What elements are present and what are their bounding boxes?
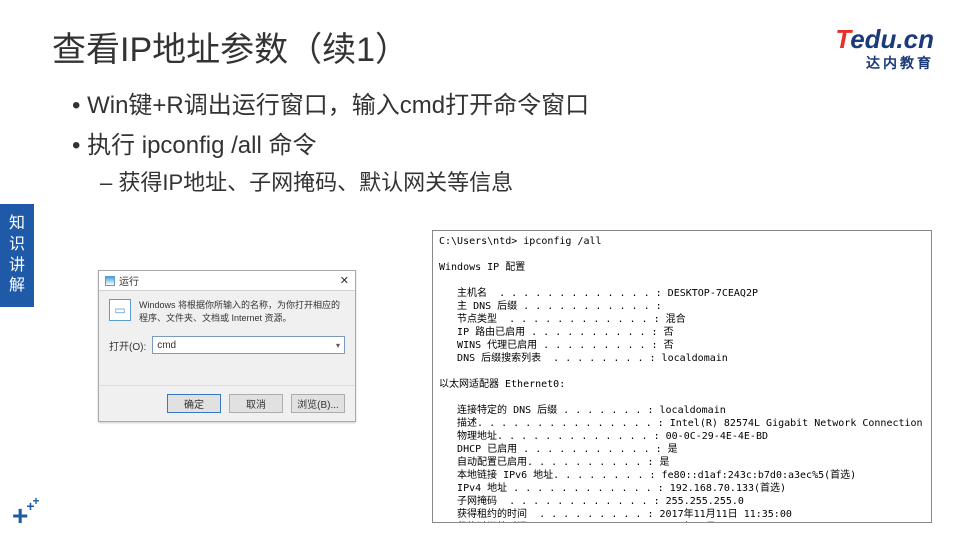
brand-logo: Tedu.cn 达内教育 [835,24,934,73]
open-input[interactable]: cmd ▾ [152,336,345,354]
term-line: DNS 后缀搜索列表 . . . . . . . . : localdomain [439,353,728,364]
ipconfig-output: C:\Users\ntd> ipconfig /all Windows IP 配… [432,230,932,523]
close-icon[interactable]: ✕ [340,274,349,287]
term-line: 主 DNS 后缀 . . . . . . . . . . . : [439,301,662,312]
term-line: 节点类型 . . . . . . . . . . . . : 混合 [439,314,686,325]
run-description: Windows 将根据你所输入的名称，为你打开相应的程序、文件夹、文档或 Int… [139,299,345,324]
term-line: 本地链接 IPv6 地址. . . . . . . . : fe80::d1af… [439,470,856,481]
term-line: DHCP 已启用 . . . . . . . . . . . : 是 [439,444,678,455]
term-line: 自动配置已启用. . . . . . . . . . : 是 [439,457,670,468]
logo-t: T [835,24,850,54]
slide-title: 查看IP地址参数（续1） [52,22,409,71]
term-line: 连接特定的 DNS 后缀 . . . . . . . : localdomain [439,405,726,416]
term-line: 子网掩码 . . . . . . . . . . . . : 255.255.2… [439,496,744,507]
term-line: 物理地址. . . . . . . . . . . . . : 00-0C-29… [439,431,768,442]
sidebar-tab-knowledge: 知 识 讲 解 [0,204,34,307]
logo-cn: .cn [896,24,934,54]
sidebar-char: 解 [0,276,34,297]
browse-button[interactable]: 浏览(B)... [291,394,345,413]
term-line: 描述. . . . . . . . . . . . . . . : Intel(… [439,418,923,429]
cancel-button[interactable]: 取消 [229,394,283,413]
open-label: 打开(O): [109,338,146,353]
bullet-1: Win键+R调出运行窗口，输入cmd打开命令窗口 [90,86,589,126]
term-line: WINS 代理已启用 . . . . . . . . . : 否 [439,340,674,351]
bullet-2a: 获得IP地址、子网掩码、默认网关等信息 [122,165,589,201]
logo-subtitle: 达内教育 [835,53,934,73]
term-line: 租约过期的时间 . . . . . . . . . : 2017年11月11日 … [439,522,792,523]
logo-edu: edu [850,24,896,54]
term-line: IPv4 地址 . . . . . . . . . . . . : 192.16… [439,483,786,494]
sidebar-char: 讲 [0,256,34,277]
run-title: 运行 [119,273,139,288]
run-app-icon: ▭ [109,299,131,321]
term-line: 主机名 . . . . . . . . . . . . . : DESKTOP-… [439,288,758,299]
term-heading: 以太网适配器 Ethernet0: [439,379,565,390]
term-line: IP 路由已启用 . . . . . . . . . . : 否 [439,327,674,338]
open-input-value: cmd [157,340,176,351]
run-titlebar: 运行 ✕ [99,271,355,291]
plus-icon: +++ [12,500,44,532]
sidebar-char: 识 [0,235,34,256]
term-line: 获得租约的时间 . . . . . . . . . : 2017年11月11日 … [439,509,792,520]
term-heading: Windows IP 配置 [439,262,525,273]
run-dialog: 运行 ✕ ▭ Windows 将根据你所输入的名称，为你打开相应的程序、文件夹、… [98,270,356,422]
bullet-2: 执行 ipconfig /all 命令 [90,126,589,166]
ok-button[interactable]: 确定 [167,394,221,413]
sidebar-char: 知 [0,214,34,235]
chevron-down-icon[interactable]: ▾ [336,341,340,350]
bullet-list: Win键+R调出运行窗口，输入cmd打开命令窗口 执行 ipconfig /al… [72,86,589,201]
run-window-icon [105,276,115,286]
term-prompt: C:\Users\ntd> ipconfig /all [439,236,602,247]
